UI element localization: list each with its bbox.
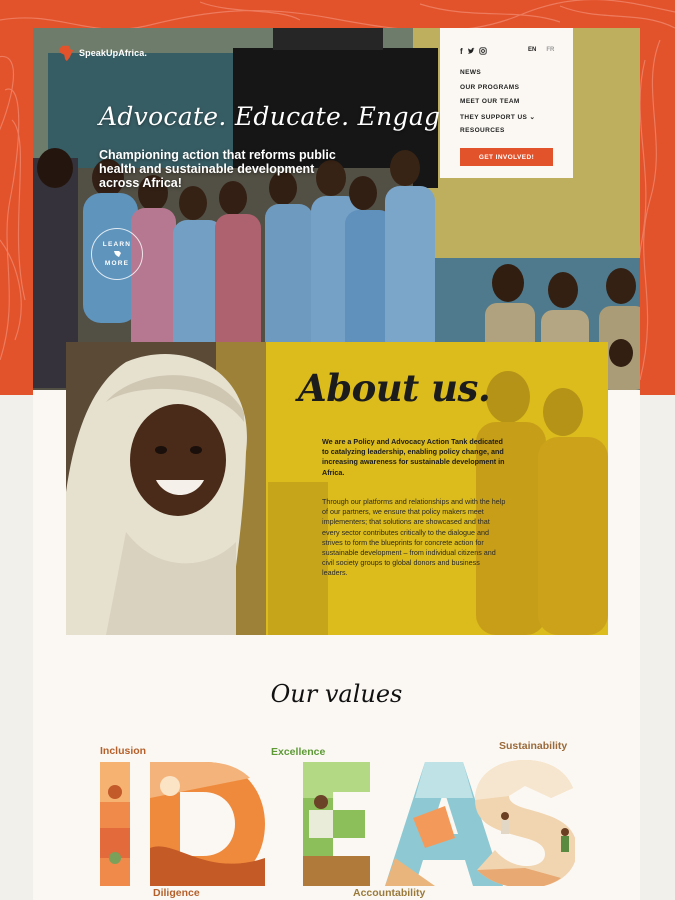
lang-fr[interactable]: FR <box>546 47 554 53</box>
hero-subtitle: Championing action that reforms public h… <box>99 148 336 190</box>
value-label-accountability: Accountability <box>353 887 426 899</box>
brand-logo[interactable]: SpeakUpAfrica. <box>57 44 147 62</box>
brand-name: SpeakUpAfrica. <box>79 48 147 58</box>
nav-item-news[interactable]: NEWS <box>460 69 535 84</box>
hero-title: Advocate. Educate. Engage. <box>99 102 464 131</box>
facebook-icon[interactable]: f <box>460 47 463 56</box>
africa-map-icon <box>58 45 74 62</box>
get-involved-button[interactable]: GET INVOLVED! <box>460 148 553 166</box>
letter-e-excellence <box>303 762 370 886</box>
about-body-text: Through our platforms and relationships … <box>322 497 506 578</box>
site-page: SpeakUpAfrica. Advocate. Educate. Engage… <box>33 28 640 900</box>
about-portrait-photo <box>66 342 266 635</box>
about-title: About us. <box>298 366 491 410</box>
value-label-excellence: Excellence <box>271 746 326 758</box>
values-title: Our values <box>270 680 403 708</box>
hero-section: SpeakUpAfrica. Advocate. Educate. Engage… <box>33 28 640 390</box>
twitter-icon[interactable] <box>467 47 475 55</box>
smiling-girl-photo <box>66 342 266 635</box>
language-switcher: EN FR <box>528 47 554 53</box>
africa-small-icon <box>114 251 121 257</box>
nav-item-our-programs[interactable]: OUR PROGRAMS <box>460 84 535 99</box>
learn-more-label-bottom: MORE <box>104 260 130 267</box>
nav-item-resources[interactable]: RESOURCES <box>460 127 535 142</box>
learn-more-button[interactable]: LEARN MORE <box>91 228 143 280</box>
letter-s-sustainability <box>475 760 575 886</box>
value-label-diligence: Diligence <box>153 887 200 899</box>
nav-item-they-support-us[interactable]: THEY SUPPORT US ⌄ <box>460 113 535 128</box>
letter-d-diligence <box>150 762 265 886</box>
social-links: f <box>460 47 487 56</box>
nav-menu: NEWS OUR PROGRAMS MEET OUR TEAM THEY SUP… <box>460 69 535 142</box>
nav-item-meet-our-team[interactable]: MEET OUR TEAM <box>460 98 535 113</box>
main-navigation: f EN FR NEWS OUR PROGRAMS MEET OUR TEAM … <box>440 28 573 178</box>
about-lead-text: We are a Policy and Advocacy Action Tank… <box>322 437 505 477</box>
value-label-inclusion: Inclusion <box>100 745 147 757</box>
instagram-icon[interactable] <box>479 47 487 55</box>
letter-i-inclusion <box>100 762 130 886</box>
ideas-illustrated-letters <box>100 760 575 886</box>
lang-en[interactable]: EN <box>528 47 536 53</box>
learn-more-label-top: LEARN <box>102 241 132 248</box>
value-label-sustainability: Sustainability <box>499 740 568 752</box>
